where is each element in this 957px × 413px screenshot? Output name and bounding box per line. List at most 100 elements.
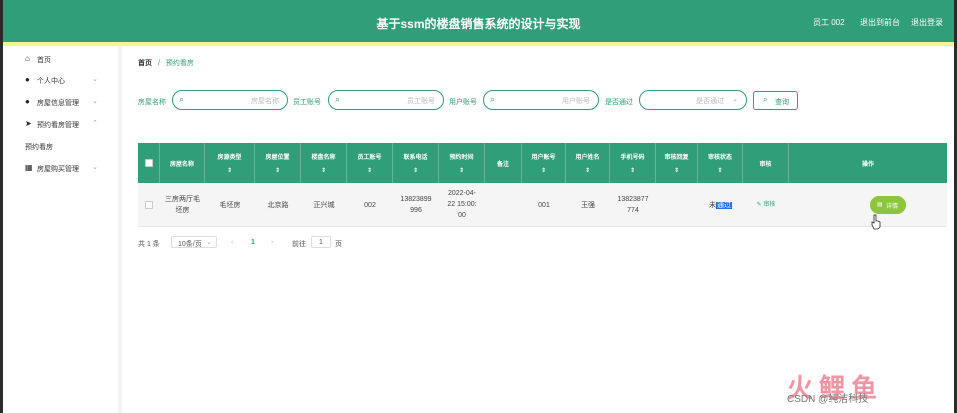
column-title: 预约时间 [449, 155, 474, 161]
hand-cursor-icon [871, 214, 881, 230]
input-placeholder: 用户账号 [562, 98, 590, 105]
cell-line: 002 [364, 202, 376, 209]
cell-location: 北京路 [255, 183, 301, 227]
row-checkbox[interactable] [145, 201, 153, 209]
approved-select[interactable]: 是否通过 ⌄ [639, 90, 747, 110]
column-title: 用户姓名 [575, 155, 600, 161]
cell-line: 北京路 [267, 202, 289, 209]
breadcrumb-current: 预约看房 [165, 60, 194, 67]
goto-page-input[interactable]: 1 [311, 236, 331, 248]
home-icon: ⌂ [25, 54, 30, 63]
filter-label-approved: 是否通过 [605, 99, 633, 106]
top-header: 基于ssm的楼盘销售系统的设计与实现 员工 002 退出到前台 退出登录 [3, 0, 954, 42]
table-row: 三房两厅毛 坯房 毛坯房 北京路 正兴城 002 13823899 996 20… [138, 183, 947, 227]
cell-line: 三房两厅毛 [165, 196, 200, 203]
main-content: 首页 / 预约看房 房屋名称 ⌕ 房屋名称 员工账号 ⌕ 员工账号 用户账号 ⌕… [122, 46, 954, 413]
chevron-up-icon: ⌃ [92, 120, 98, 127]
chevron-down-icon: ⌄ [732, 96, 738, 103]
sort-icon: ⇕ [320, 168, 327, 174]
column-location[interactable]: 房屋位置 ⇕ [255, 143, 301, 183]
sort-icon: ⇕ [458, 168, 465, 174]
column-title: 手机号码 [620, 155, 645, 161]
cell-line: 774 [627, 207, 639, 214]
breadcrumb-separator: / [157, 60, 160, 67]
next-page-button[interactable]: › [271, 239, 273, 246]
cell-review-reply [656, 183, 698, 227]
page-size-select[interactable]: 10条/页 ⌄ [171, 236, 217, 248]
column-user-name[interactable]: 用户姓名 ⇕ [566, 143, 610, 183]
sort-icon: ⇕ [717, 168, 723, 174]
page-number-current[interactable]: 1 [251, 239, 255, 246]
column-house-name[interactable]: 房屋名称 [160, 143, 205, 183]
column-review[interactable]: 审核 [743, 143, 789, 183]
table-header: 房屋名称 房源类型 ⇕ 房屋位置 ⇕ 楼盘名称 ⇕ 员工账号 ⇕ 联系电话 ⇕ … [138, 143, 947, 183]
sidebar-item-house-purchase[interactable]: ▦ 房屋购买管理 ⌄ [3, 158, 118, 178]
exit-to-frontend-link[interactable]: 退出到前台 [860, 17, 900, 28]
column-phone[interactable]: 联系电话 ⇕ [393, 143, 439, 183]
sort-icon: ⇕ [274, 168, 281, 174]
logout-link[interactable]: 退出登录 [911, 17, 943, 28]
grid-icon: ▦ [25, 163, 33, 172]
select-all-checkbox[interactable] [145, 159, 153, 167]
chevron-down-icon: ⌄ [92, 98, 98, 105]
cell-estate-name: 正兴城 [301, 183, 347, 227]
sidebar-item-label: 预约看房 [25, 144, 53, 151]
filter-label-staff-account: 员工账号 [293, 99, 321, 106]
select-placeholder: 是否通过 [696, 98, 724, 105]
sidebar-item-home[interactable]: ⌂ 首页 [3, 49, 118, 69]
sort-icon: ⇕ [366, 168, 373, 174]
column-staff-account[interactable]: 员工账号 ⇕ [347, 143, 393, 183]
cell-line: 坯房 [175, 207, 190, 214]
cell-line: 00 [458, 212, 466, 219]
detail-button[interactable]: ▤ 详情 [870, 196, 906, 214]
document-icon: ▤ [877, 202, 883, 208]
breadcrumb: 首页 / 预约看房 [138, 58, 194, 68]
column-title: 审核状态 [707, 155, 732, 161]
sidebar-item-house-info[interactable]: ● 房屋信息管理 ⌄ [3, 92, 118, 112]
column-remark[interactable]: 备注 [485, 143, 522, 183]
cell-staff-account: 002 [347, 183, 393, 227]
location-pin-icon: ● [25, 97, 30, 106]
cell-review-status: 未通过 [698, 183, 743, 227]
sort-icon: ⇕ [412, 168, 419, 174]
column-review-reply[interactable]: 审核回复 ⇕ [656, 143, 698, 183]
staff-account-input[interactable]: ⌕ 员工账号 [328, 90, 444, 110]
sidebar-item-label: 房屋购买管理 [37, 166, 79, 173]
watermark-text: CSDN @纯洁科技 [787, 394, 869, 405]
cell-line: 13823899 [400, 196, 432, 203]
column-title: 房屋名称 [169, 162, 194, 168]
column-title: 审核回复 [664, 155, 689, 161]
search-button[interactable]: ⌕ 查询 [753, 91, 798, 110]
cell-remark [485, 183, 522, 227]
column-title: 房屋位置 [265, 155, 290, 161]
status-text: 未 [709, 202, 716, 209]
column-house-type[interactable]: 房源类型 ⇕ [205, 143, 255, 183]
cell-line: 996 [410, 207, 422, 214]
column-title: 用户账号 [531, 155, 556, 161]
column-title: 备注 [496, 162, 509, 168]
review-link[interactable]: ✎ 审核 [743, 200, 789, 211]
column-mobile[interactable]: 手机号码 ⇕ [610, 143, 656, 183]
column-estate-name[interactable]: 楼盘名称 ⇕ [301, 143, 347, 183]
user-account-input[interactable]: ⌕ 用户账号 [483, 90, 599, 110]
filter-label-house-name: 房屋名称 [138, 99, 166, 106]
column-review-status[interactable]: 审核状态 ⇕ [698, 143, 743, 183]
sort-icon: ⇕ [673, 168, 680, 174]
house-name-input[interactable]: ⌕ 房屋名称 [172, 90, 288, 110]
prev-page-button[interactable]: ‹ [231, 239, 233, 246]
cell-house-name: 三房两厅毛 坯房 [160, 183, 205, 227]
column-user-account[interactable]: 用户账号 ⇕ [522, 143, 566, 183]
chevron-down-icon: ⌄ [206, 239, 212, 246]
sidebar-item-personal-center[interactable]: ● 个人中心 ⌄ [3, 70, 118, 90]
goto-label: 前往 [292, 241, 306, 248]
input-placeholder: 员工账号 [407, 98, 435, 105]
column-appointment-time[interactable]: 预约时间 ⇕ [439, 143, 485, 183]
page-unit-label: 页 [335, 241, 342, 248]
filter-label-user-account: 用户账号 [449, 99, 477, 106]
breadcrumb-home[interactable]: 首页 [138, 60, 152, 67]
column-title: 员工账号 [357, 155, 382, 161]
column-title: 操作 [861, 162, 874, 168]
sidebar-item-appointment-management[interactable]: ➤ 预约看房管理 ⌃ [3, 114, 118, 134]
cell-review: ✎ 审核 [743, 183, 789, 227]
sidebar-subitem-appointment[interactable]: 预约看房 [3, 136, 118, 156]
